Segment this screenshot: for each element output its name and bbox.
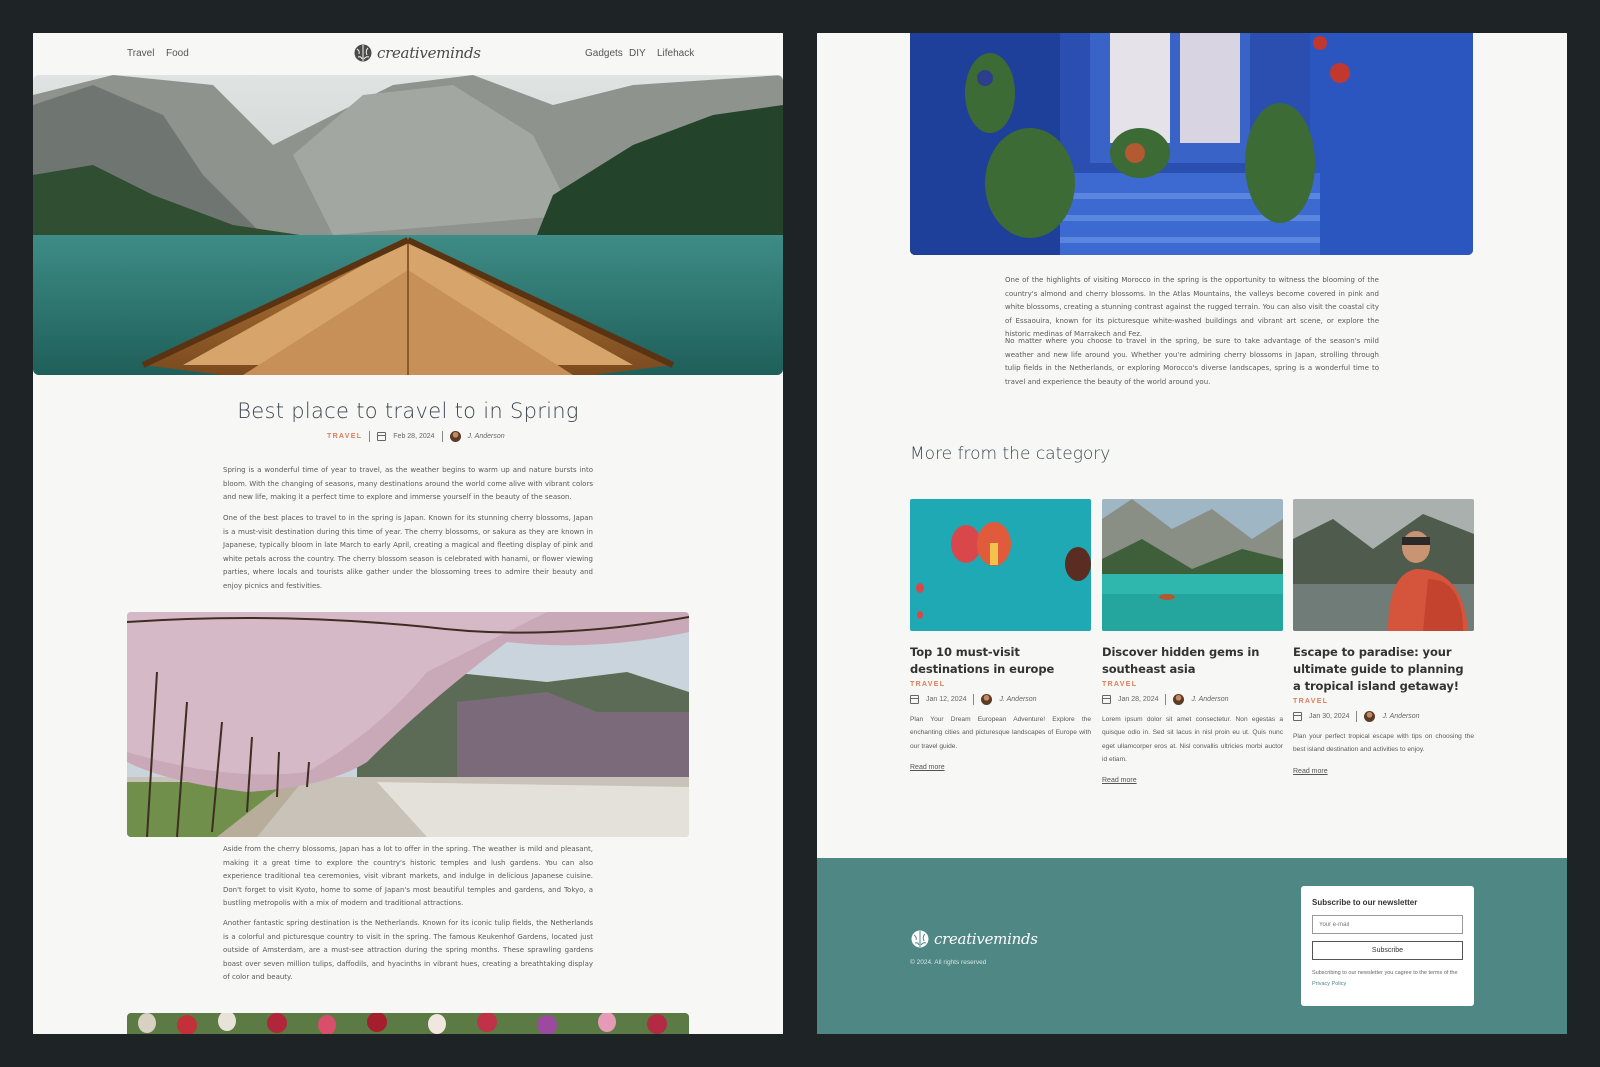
meta-divider bbox=[1165, 694, 1167, 705]
post-paragraph: One of the best places to travel to in t… bbox=[223, 514, 593, 590]
card-title[interactable]: Top 10 must-visit destinations in europe bbox=[910, 644, 1091, 678]
more-from-category-heading: More from the category bbox=[910, 444, 1111, 464]
card-author[interactable]: J. Anderson bbox=[1382, 713, 1419, 720]
newsletter-box: Subscribe to our newsletter Subscribe Su… bbox=[1301, 886, 1474, 1006]
terms-text: Subscribing to our newsletter you cagree… bbox=[1312, 970, 1458, 976]
tulip-image bbox=[127, 1013, 689, 1034]
card-date: Jan 30, 2024 bbox=[1309, 713, 1350, 720]
card-category[interactable]: TRAVEL bbox=[1293, 698, 1474, 705]
turquoise-lake-image[interactable] bbox=[1102, 499, 1283, 631]
card-date: Jan 12, 2024 bbox=[926, 696, 967, 703]
brain-logo-icon bbox=[354, 44, 372, 62]
hiker-image[interactable] bbox=[1293, 499, 1474, 631]
site-logo[interactable]: creativeminds bbox=[353, 43, 481, 63]
card-meta: Jan 30, 2024 J. Anderson bbox=[1293, 711, 1474, 722]
card-author[interactable]: J. Anderson bbox=[999, 696, 1036, 703]
post-paragraph: Spring is a wonderful time of year to tr… bbox=[223, 466, 593, 501]
post-date: Feb 28, 2024 bbox=[393, 433, 435, 440]
copyright-text: © 2024. All rights reserved bbox=[910, 959, 987, 966]
author-avatar bbox=[449, 431, 461, 442]
card-excerpt: Plan Your Dream European Adventure! Expl… bbox=[910, 716, 1091, 750]
cherry-blossom-image bbox=[127, 612, 689, 837]
post-author[interactable]: J. Anderson bbox=[468, 433, 505, 440]
brain-logo-icon bbox=[911, 930, 929, 948]
post-paragraph: Another fantastic spring destination is … bbox=[223, 919, 593, 981]
logo-text: creativeminds bbox=[934, 930, 1038, 948]
nav-link-food[interactable]: Food bbox=[166, 48, 189, 59]
meta-divider bbox=[441, 431, 443, 442]
related-post-card[interactable]: Discover hidden gems in southeast asia T… bbox=[1102, 499, 1283, 787]
card-title[interactable]: Escape to paradise: your ultimate guide … bbox=[1293, 644, 1474, 695]
read-more-link[interactable]: Read more bbox=[910, 764, 945, 771]
logo-text: creativeminds bbox=[377, 44, 481, 62]
nav-link-travel[interactable]: Travel bbox=[127, 48, 154, 59]
post-paragraph: No matter where you choose to travel in … bbox=[1005, 337, 1379, 386]
nav-link-lifehack[interactable]: Lifehack bbox=[657, 48, 694, 59]
read-more-link[interactable]: Read more bbox=[1102, 777, 1137, 784]
calendar-icon bbox=[1102, 695, 1111, 704]
card-meta: Jan 28, 2024 J. Anderson bbox=[1102, 694, 1283, 705]
meta-divider bbox=[369, 431, 371, 442]
card-excerpt: Lorem ipsum dolor sit amet consectetur. … bbox=[1102, 716, 1283, 763]
post-category[interactable]: TRAVEL bbox=[327, 433, 362, 440]
post-title: Best place to travel to in Spring bbox=[237, 399, 579, 423]
related-post-card[interactable]: Top 10 must-visit destinations in europe… bbox=[910, 499, 1091, 774]
author-avatar bbox=[981, 694, 993, 705]
card-title[interactable]: Discover hidden gems in southeast asia bbox=[1102, 644, 1283, 678]
article-page-continued: One of the highlights of visiting Morocc… bbox=[817, 33, 1567, 1034]
nav-link-gadgets[interactable]: Gadgets bbox=[585, 48, 623, 59]
newsletter-terms: Subscribing to our newsletter you cagree… bbox=[1312, 968, 1463, 990]
morocco-blue-street-image bbox=[910, 33, 1473, 255]
card-author[interactable]: J. Anderson bbox=[1191, 696, 1228, 703]
meta-divider bbox=[973, 694, 975, 705]
author-avatar bbox=[1173, 694, 1185, 705]
post-paragraph: One of the highlights of visiting Morocc… bbox=[1005, 276, 1379, 338]
related-post-card[interactable]: Escape to paradise: your ultimate guide … bbox=[1293, 499, 1474, 778]
top-navigation: Travel Food creativeminds Gadgets DIY Li… bbox=[33, 33, 783, 75]
card-date: Jan 28, 2024 bbox=[1118, 696, 1159, 703]
calendar-icon bbox=[377, 432, 387, 441]
calendar-icon bbox=[1293, 712, 1302, 721]
hero-image-boat-lake bbox=[33, 75, 783, 375]
article-page: Travel Food creativeminds Gadgets DIY Li… bbox=[33, 33, 783, 1034]
author-avatar bbox=[1364, 711, 1376, 722]
card-excerpt: Plan your perfect tropical escape with t… bbox=[1293, 733, 1474, 754]
nav-link-diy[interactable]: DIY bbox=[629, 48, 646, 59]
footer-logo[interactable]: creativeminds bbox=[910, 929, 1038, 949]
card-meta: Jan 12, 2024 J. Anderson bbox=[910, 694, 1091, 705]
meta-divider bbox=[1356, 711, 1358, 722]
balloons-image[interactable] bbox=[910, 499, 1091, 631]
email-field[interactable] bbox=[1312, 915, 1463, 934]
subscribe-button[interactable]: Subscribe bbox=[1312, 941, 1463, 960]
newsletter-title: Subscribe to our newsletter bbox=[1312, 898, 1418, 907]
post-meta: TRAVEL Feb 28, 2024 J. Anderson bbox=[327, 431, 505, 442]
card-category[interactable]: TRAVEL bbox=[910, 681, 1091, 688]
calendar-icon bbox=[910, 695, 919, 704]
site-footer: creativeminds © 2024. All rights reserve… bbox=[817, 858, 1567, 1034]
post-paragraph: Aside from the cherry blossoms, Japan ha… bbox=[223, 845, 593, 907]
card-category[interactable]: TRAVEL bbox=[1102, 681, 1283, 688]
privacy-policy-link[interactable]: Privacy Policy bbox=[1312, 981, 1346, 987]
read-more-link[interactable]: Read more bbox=[1293, 768, 1328, 775]
